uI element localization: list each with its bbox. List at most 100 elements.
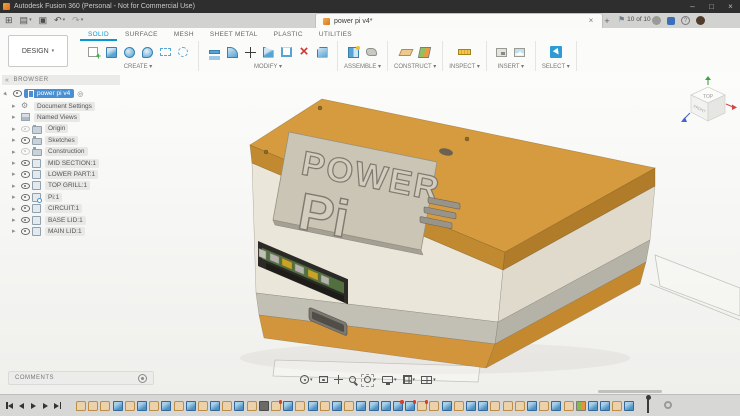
timeline-feature-sketch[interactable] xyxy=(100,401,111,411)
view-cube[interactable]: TOP FRONT xyxy=(678,76,738,134)
timeline-feature-sketch[interactable] xyxy=(319,401,330,411)
expand-icon[interactable]: ▸ xyxy=(12,193,21,201)
pan-button[interactable] xyxy=(332,373,345,386)
visibility-eye-icon[interactable] xyxy=(21,194,32,201)
browser-root[interactable]: ▸ power pi v4 ◎ xyxy=(2,88,154,99)
browser-item-main-lid-1[interactable]: ▸ MAIN LID:1 xyxy=(12,226,85,237)
browser-item-named-views[interactable]: ▸ Named Views xyxy=(12,112,80,123)
timeline-feature-feature-red[interactable] xyxy=(405,400,417,411)
visibility-eye-icon[interactable] xyxy=(21,125,32,133)
step-back-button[interactable] xyxy=(16,399,27,412)
timeline-feature-sketch-red[interactable] xyxy=(417,400,429,411)
browser-item-lower-part-1[interactable]: ▸ LOWER PART:1 xyxy=(12,169,99,180)
timeline-feature-sketch[interactable] xyxy=(490,401,501,411)
expand-icon[interactable]: ▸ xyxy=(12,113,21,121)
visibility-eye-icon[interactable] xyxy=(21,171,32,178)
expand-icon[interactable]: ▸ xyxy=(12,136,21,144)
timeline-scrollbar[interactable] xyxy=(598,390,662,393)
visibility-eye-icon[interactable] xyxy=(13,90,24,97)
expand-icon[interactable]: ▸ xyxy=(12,205,21,213)
timeline-options-icon[interactable] xyxy=(664,401,672,409)
expand-icon[interactable]: ▸ xyxy=(12,170,21,178)
timeline-feature-sketch[interactable] xyxy=(149,401,160,411)
browser-item-construction[interactable]: ▸ Construction xyxy=(12,146,88,157)
timeline-feature-feature[interactable] xyxy=(161,401,172,411)
browser-item-pi-1[interactable]: ▸ Pi:1 xyxy=(12,192,63,203)
expand-icon[interactable]: ▸ xyxy=(12,148,21,156)
timeline-feature-sketch-red[interactable] xyxy=(271,400,282,411)
timeline-feature-feature[interactable] xyxy=(600,401,611,411)
display-settings-button[interactable]: ▾ xyxy=(380,373,399,386)
timeline-feature-sketch[interactable] xyxy=(453,401,464,411)
orbit-button[interactable]: ▾ xyxy=(298,373,315,386)
play-button[interactable] xyxy=(28,399,39,412)
visibility-eye-icon[interactable] xyxy=(21,228,32,235)
timeline-feature-appearance[interactable] xyxy=(575,401,586,411)
visibility-eye-icon[interactable] xyxy=(21,182,32,190)
timeline-feature-feature[interactable] xyxy=(185,401,196,411)
timeline-feature-sketch[interactable] xyxy=(124,401,135,411)
timeline-feature-sketch[interactable] xyxy=(612,401,623,411)
expand-icon[interactable]: ▸ xyxy=(12,159,21,167)
root-document-pill[interactable]: power pi v4 xyxy=(24,88,75,99)
look-at-button[interactable] xyxy=(317,373,330,386)
browser-item-top-grill-1[interactable]: ▸ TOP GRILL:1 xyxy=(12,180,91,191)
timeline-feature-sketch[interactable] xyxy=(502,401,513,411)
browser-item-document-settings[interactable]: ▸ ⚙ Document Settings xyxy=(12,100,95,111)
timeline-feature-feature[interactable] xyxy=(380,401,391,411)
timeline-feature-sketch[interactable] xyxy=(563,401,574,411)
timeline-feature-sketch[interactable] xyxy=(88,401,99,411)
visibility-eye-icon[interactable] xyxy=(21,216,32,224)
timeline-feature-sketch[interactable] xyxy=(246,401,257,411)
expand-icon[interactable]: ▸ xyxy=(12,216,21,224)
timeline-feature-move[interactable] xyxy=(258,401,269,411)
timeline-feature-feature[interactable] xyxy=(234,401,245,411)
timeline-feature-feature[interactable] xyxy=(307,401,318,411)
go-to-end-button[interactable] xyxy=(52,399,63,412)
go-to-start-button[interactable] xyxy=(4,399,15,412)
expand-icon[interactable]: ▸ xyxy=(12,182,21,190)
activate-component-radio[interactable]: ◎ xyxy=(77,90,83,98)
timeline-feature-feature[interactable] xyxy=(441,401,452,411)
visibility-eye-icon[interactable] xyxy=(21,148,32,155)
timeline-feature-feature[interactable] xyxy=(624,401,635,411)
browser-item-base-lid-1[interactable]: ▸ BASE LID:1 xyxy=(12,214,86,225)
comments-expand-icon[interactable] xyxy=(138,373,147,383)
timeline-feature-sketch[interactable] xyxy=(295,401,306,411)
step-forward-button[interactable] xyxy=(40,399,51,412)
timeline-feature-feature[interactable] xyxy=(551,401,562,411)
zoom-button[interactable] xyxy=(347,373,358,386)
browser-item-mid-section-1[interactable]: ▸ MID SECTION:1 xyxy=(12,157,100,168)
timeline-feature-sketch[interactable] xyxy=(539,401,550,411)
timeline-feature-feature[interactable] xyxy=(368,401,379,411)
expand-icon[interactable]: ▸ xyxy=(12,227,21,235)
timeline-feature-feature[interactable] xyxy=(136,401,147,411)
browser-item-circuit-1[interactable]: ▸ CIRCUIT:1 xyxy=(12,203,83,214)
timeline-feature-sketch[interactable] xyxy=(76,401,86,411)
timeline-feature-feature[interactable] xyxy=(478,401,489,411)
expand-icon[interactable]: ▸ xyxy=(2,90,13,97)
visibility-eye-icon[interactable] xyxy=(21,159,32,167)
browser-header[interactable]: « BROWSER xyxy=(2,75,120,85)
timeline-feature-feature[interactable] xyxy=(283,401,294,411)
timeline-feature-sketch[interactable] xyxy=(429,401,440,411)
timeline-playhead[interactable] xyxy=(645,395,651,413)
visibility-eye-icon[interactable] xyxy=(21,205,32,212)
timeline-feature-sketch[interactable] xyxy=(344,401,355,411)
browser-item-sketches[interactable]: ▸ Sketches xyxy=(12,135,78,146)
collapse-panel-icon[interactable]: « xyxy=(5,77,10,84)
timeline-feature-feature[interactable] xyxy=(210,401,221,411)
timeline-feature-sketch[interactable] xyxy=(514,401,525,411)
fit-button[interactable]: ▾ xyxy=(360,373,379,387)
timeline-feature-feature[interactable] xyxy=(587,401,598,411)
comments-bar[interactable]: COMMENTS xyxy=(8,371,154,385)
timeline-feature-feature-red[interactable] xyxy=(392,400,404,411)
timeline-feature-sketch[interactable] xyxy=(222,401,233,411)
timeline-feature-feature[interactable] xyxy=(356,401,367,411)
visibility-eye-icon[interactable] xyxy=(21,137,32,144)
timeline-feature-feature[interactable] xyxy=(526,401,537,411)
timeline-feature-feature[interactable] xyxy=(466,401,476,411)
expand-icon[interactable]: ▸ xyxy=(12,102,21,110)
grid-display-button[interactable]: ▾ xyxy=(401,373,418,386)
timeline-feature-feature[interactable] xyxy=(112,401,123,411)
